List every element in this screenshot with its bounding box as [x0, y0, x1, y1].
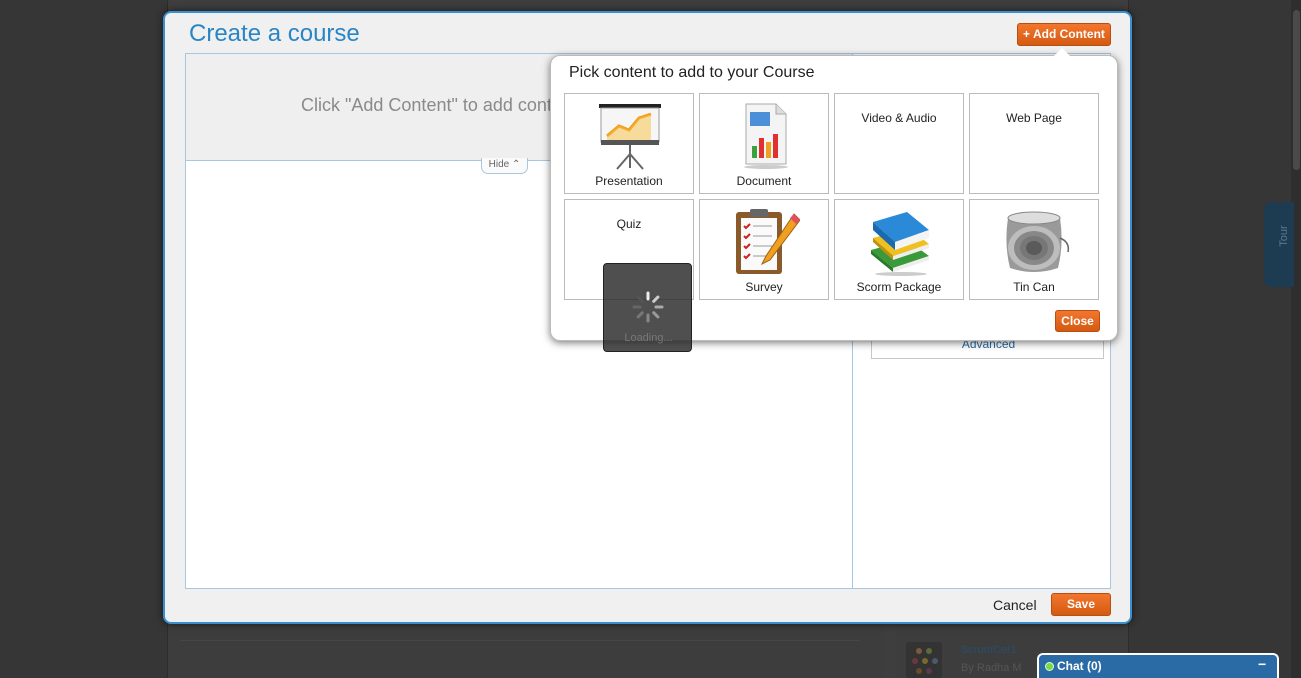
chat-label: Chat (0) [1057, 659, 1102, 673]
tile-presentation[interactable]: Presentation [564, 93, 694, 194]
tile-web-page[interactable]: Web Page [969, 93, 1099, 194]
picker-title: Pick content to add to your Course [569, 64, 815, 81]
thumb-dot [932, 658, 938, 664]
presentation-icon [599, 104, 661, 170]
page-scrollbar-thumb[interactable] [1293, 10, 1300, 170]
thumb-dot [916, 648, 922, 654]
tour-label: Tour [1278, 225, 1290, 247]
tile-label: Presentation [595, 174, 663, 188]
cancel-button[interactable]: Cancel [993, 597, 1037, 613]
background-left-panel [168, 622, 883, 678]
minimize-icon[interactable]: − [1258, 656, 1266, 672]
tile-label: Video & Audio [861, 111, 937, 125]
save-button[interactable]: Save [1051, 593, 1111, 616]
editor-hint-text: Click "Add Content" to add content [301, 95, 577, 115]
popover-arrow [1053, 48, 1071, 57]
online-status-icon [1045, 662, 1054, 671]
loading-overlay: Loading... [603, 263, 692, 352]
tile-tin-can[interactable]: Tin Can [969, 199, 1099, 300]
add-content-button[interactable]: + Add Content [1017, 23, 1111, 46]
tile-label: Scorm Package [856, 280, 942, 294]
books-icon [871, 212, 929, 276]
scorm-thumbnail [906, 642, 942, 678]
scorm-item-author: By Radha M [961, 662, 1022, 674]
modal-title: Create a course [189, 20, 360, 47]
tile-label: Tin Can [1013, 280, 1055, 294]
thumb-dot [922, 658, 928, 664]
thumb-dot [926, 668, 932, 674]
tile-label: Quiz [616, 217, 642, 231]
tile-video-audio[interactable]: Video & Audio [834, 93, 964, 194]
close-button[interactable]: Close [1055, 310, 1100, 332]
tile-label: Survey [745, 280, 783, 294]
loading-text: Loading... [624, 332, 673, 344]
thumb-dot [926, 648, 932, 654]
survey-clipboard-icon [736, 209, 800, 274]
tour-tab[interactable]: Tour [1264, 202, 1294, 287]
tin-can-icon [1006, 211, 1070, 272]
tile-label: Document [736, 174, 792, 188]
background-divider [180, 640, 860, 641]
spinner-icon [632, 291, 664, 323]
tile-scorm-package[interactable]: Scorm Package [834, 199, 964, 300]
chat-bar[interactable]: Chat (0) − [1037, 653, 1279, 678]
scorm-item-title: ScromCer1 [961, 644, 1017, 656]
document-icon [744, 103, 788, 169]
thumb-dot [912, 658, 918, 664]
tile-document[interactable]: Document [699, 93, 829, 194]
hide-toggle[interactable]: Hide ⌃ [481, 158, 528, 174]
tile-survey[interactable]: Survey [699, 199, 829, 300]
thumb-dot [916, 668, 922, 674]
tile-label: Web Page [1006, 111, 1062, 125]
